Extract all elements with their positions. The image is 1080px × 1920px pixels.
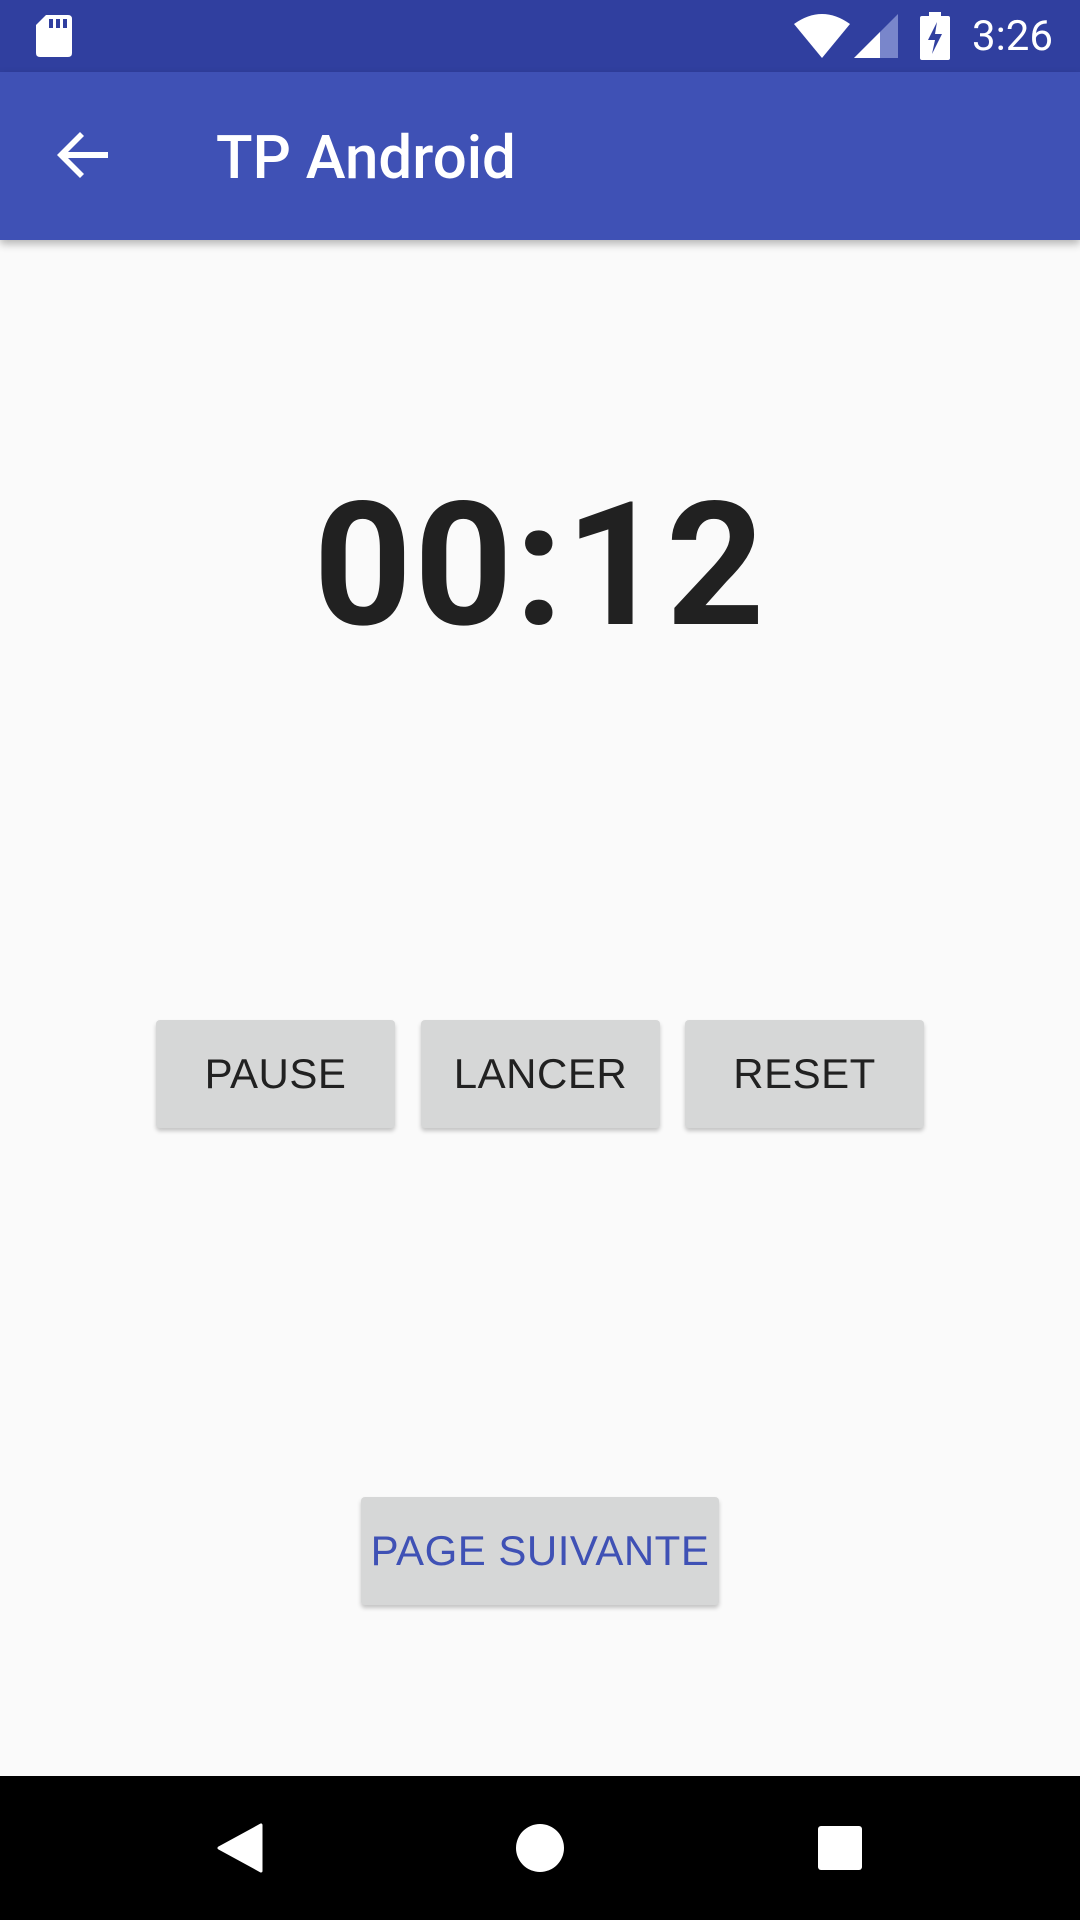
app-bar: TP Android [0, 72, 1080, 240]
status-bar: 3:26 [0, 0, 1080, 72]
status-clock: 3:26 [972, 12, 1053, 61]
pause-button[interactable]: PAUSE [156, 1020, 395, 1128]
timer-display: 00:12 [313, 464, 767, 666]
wifi-icon [794, 14, 850, 58]
reset-button[interactable]: RESET [685, 1020, 924, 1128]
sd-card-icon [36, 15, 72, 57]
battery-charging-icon [920, 12, 950, 60]
back-triangle-icon [217, 1823, 263, 1873]
system-nav-bar [0, 1776, 1080, 1920]
arrow-back-icon[interactable] [50, 122, 116, 188]
cell-signal-icon [854, 14, 898, 58]
home-circle-icon [516, 1824, 564, 1872]
lancer-button[interactable]: LANCER [421, 1020, 660, 1128]
system-recents-button[interactable] [750, 1776, 930, 1920]
next-page-button[interactable]: PAGE SUIVANTE [361, 1497, 719, 1605]
recents-square-icon [818, 1826, 862, 1870]
system-home-button[interactable] [450, 1776, 630, 1920]
page-title: TP Android [216, 122, 516, 193]
system-back-button[interactable] [150, 1776, 330, 1920]
